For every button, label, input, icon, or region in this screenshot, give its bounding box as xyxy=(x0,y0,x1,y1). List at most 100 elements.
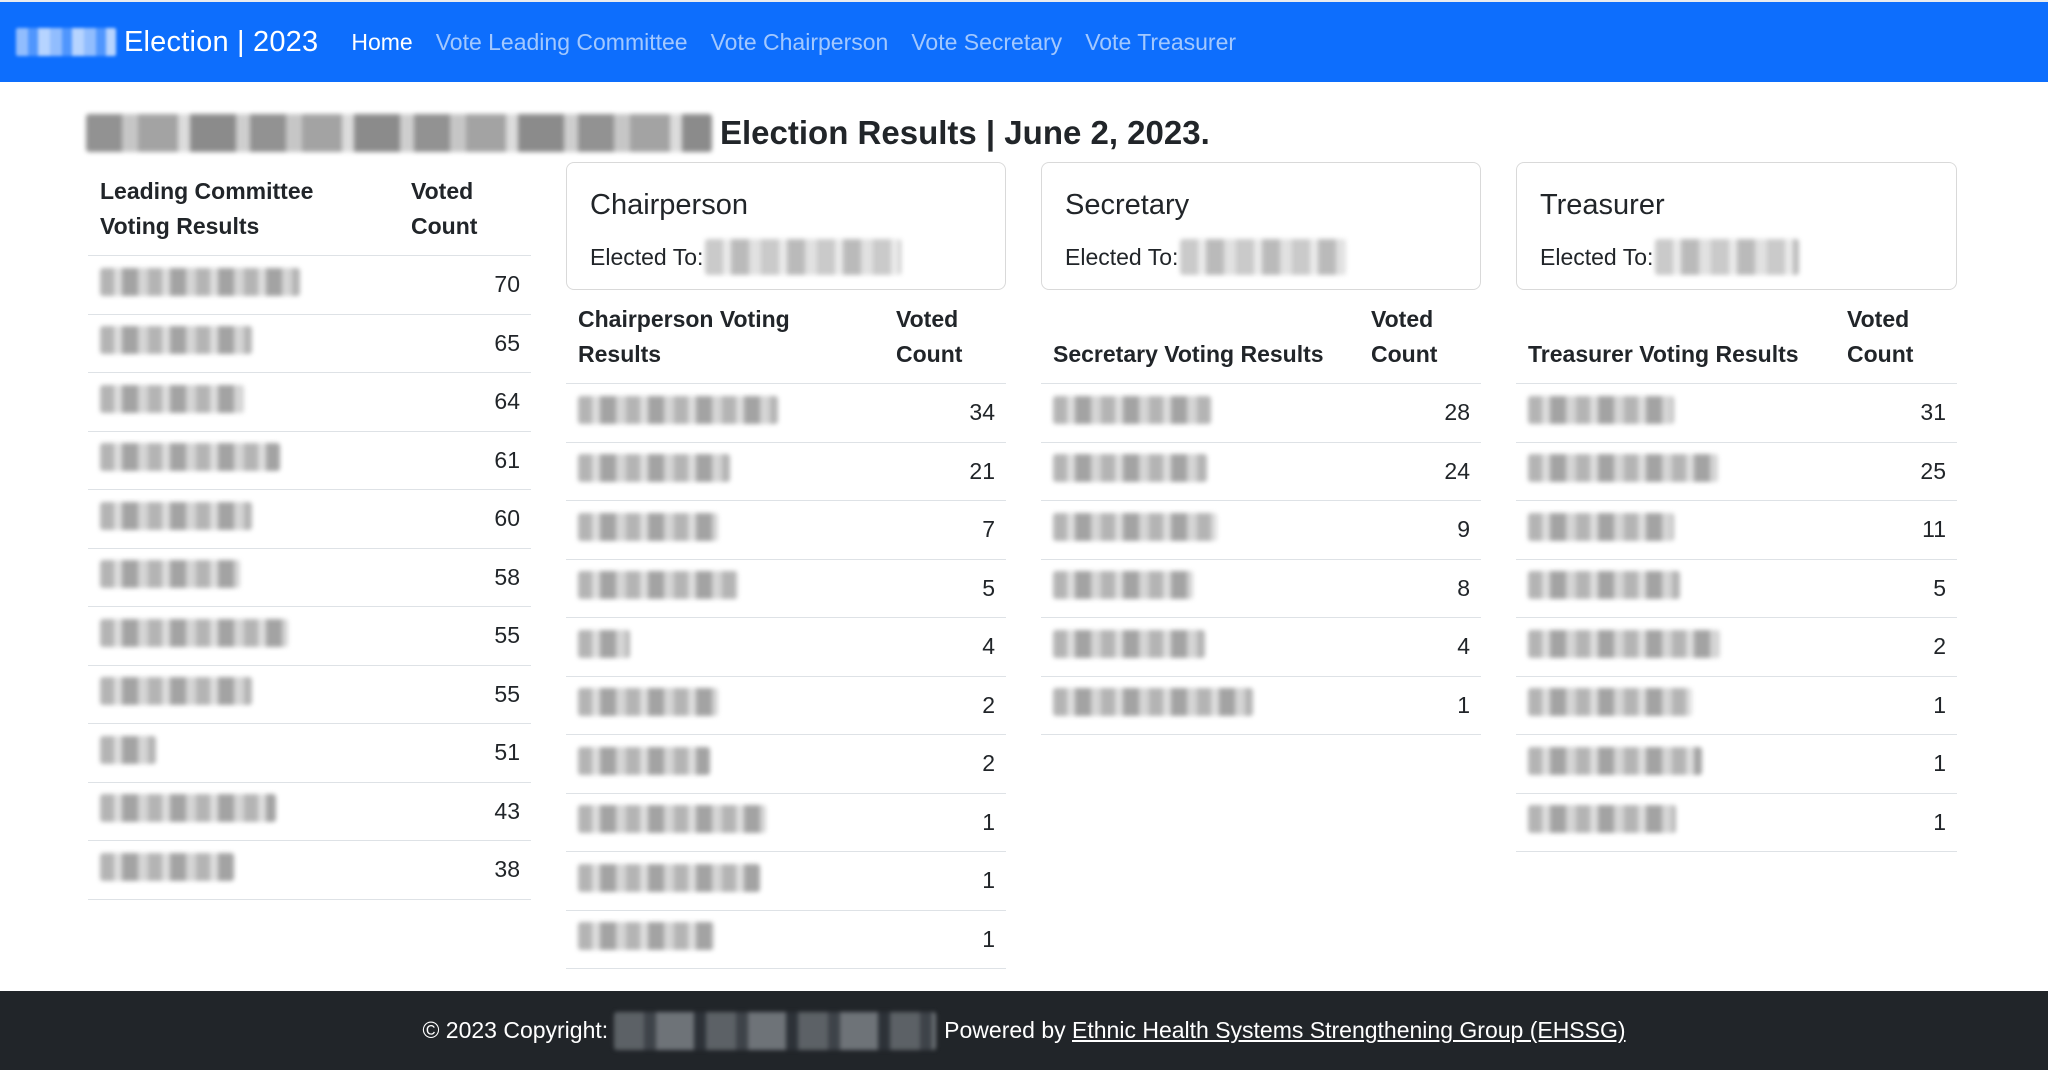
elected-name-redacted xyxy=(1180,239,1347,275)
table-row: 5 xyxy=(1516,559,1957,618)
nav-vote-leading-committee[interactable]: Vote Leading Committee xyxy=(436,29,688,56)
voted-count-cell: 28 xyxy=(1359,383,1481,443)
candidate-name-cell xyxy=(88,489,399,549)
ehssg-link[interactable]: Ethnic Health Systems Strengthening Grou… xyxy=(1072,1017,1626,1044)
table-row: 5 xyxy=(566,559,1006,618)
top-navbar: Election | 2023 Home Vote Leading Commit… xyxy=(0,0,2048,82)
voted-count-cell: 1 xyxy=(1835,793,1957,852)
voted-count-cell: 1 xyxy=(1835,734,1957,794)
candidate-name-redacted xyxy=(578,863,760,892)
voted-count-cell: 1 xyxy=(884,910,1006,969)
powered-by-text: Powered by xyxy=(944,1017,1066,1043)
elected-to-label: Elected To: xyxy=(1065,243,1179,270)
table-row: 65 xyxy=(88,314,531,373)
table-row: 38 xyxy=(88,840,531,900)
candidate-name-redacted xyxy=(100,794,276,823)
table-row: 2 xyxy=(566,676,1006,735)
nav-home[interactable]: Home xyxy=(351,29,412,56)
table-row: 24 xyxy=(1041,442,1481,501)
candidate-name-redacted xyxy=(1053,688,1253,717)
table-row: 7 xyxy=(566,500,1006,560)
candidate-name-cell xyxy=(566,617,884,677)
candidate-name-cell xyxy=(1041,676,1359,735)
voted-count-cell: 1 xyxy=(1835,676,1957,735)
table-header-row: Secretary Voting Results Voted Count xyxy=(1041,290,1481,384)
candidate-name-cell xyxy=(88,665,399,724)
candidate-name-redacted xyxy=(578,571,738,600)
table-row: 51 xyxy=(88,723,531,783)
candidate-name-cell xyxy=(1516,383,1835,443)
voted-count-cell: 4 xyxy=(1359,617,1481,677)
treasurer-elected-card: Treasurer Elected To: xyxy=(1516,162,1957,290)
candidate-name-redacted xyxy=(100,267,300,296)
voted-count-cell: 24 xyxy=(1359,442,1481,501)
page-footer: © 2023 Copyright: Powered by Ethnic Heal… xyxy=(0,991,2048,1070)
table-row: 21 xyxy=(566,442,1006,501)
candidate-name-redacted xyxy=(578,746,710,775)
voted-count-cell: 4 xyxy=(884,617,1006,677)
voted-count-cell: 51 xyxy=(399,723,531,783)
table-row: 64 xyxy=(88,372,531,432)
table-header-row: Leading Committee Voting Results Voted C… xyxy=(88,162,531,256)
secretary-card-title: Secretary xyxy=(1065,189,1190,221)
candidate-name-cell xyxy=(1041,500,1359,560)
candidate-name-redacted xyxy=(1528,629,1720,658)
brand-link[interactable]: Election | 2023 xyxy=(16,26,318,59)
table-row: 55 xyxy=(88,665,531,724)
table-row: 61 xyxy=(88,431,531,490)
candidate-name-redacted xyxy=(1528,512,1674,541)
candidate-name-cell xyxy=(566,793,884,852)
candidate-name-cell xyxy=(1516,617,1835,677)
treasurer-name-header: Treasurer Voting Results xyxy=(1516,290,1835,384)
nav-vote-secretary[interactable]: Vote Secretary xyxy=(911,29,1062,56)
secretary-elected-line: Elected To: xyxy=(1065,239,1480,275)
secretary-results-table: Secretary Voting Results Voted Count 28 2… xyxy=(1041,290,1481,735)
copyright-text: © 2023 Copyright: xyxy=(422,1017,609,1043)
candidate-name-cell xyxy=(566,500,884,560)
candidate-name-redacted xyxy=(100,677,252,706)
leading-committee-name-header: Leading Committee Voting Results xyxy=(88,162,399,256)
nav-vote-chairperson[interactable]: Vote Chairperson xyxy=(711,29,889,56)
voted-count-cell: 70 xyxy=(399,255,531,315)
table-row: 1 xyxy=(566,910,1006,969)
voted-count-cell: 55 xyxy=(399,665,531,724)
chairperson-rows: 34 21 7 5 4 2 2 1 1 1 xyxy=(566,383,1006,969)
nav-links: Home Vote Leading Committee Vote Chairpe… xyxy=(351,29,1259,56)
candidate-name-redacted xyxy=(100,384,244,413)
voted-count-cell: 2 xyxy=(884,676,1006,735)
candidate-name-redacted xyxy=(578,629,630,658)
voted-count-cell: 34 xyxy=(884,383,1006,443)
treasurer-section: Treasurer Elected To: Treasurer Voting R… xyxy=(1516,162,1957,852)
secretary-rows: 28 24 9 8 4 1 xyxy=(1041,383,1481,735)
voted-count-cell: 11 xyxy=(1835,500,1957,560)
candidate-name-redacted xyxy=(578,512,718,541)
candidate-name-redacted xyxy=(100,326,252,355)
candidate-name-cell xyxy=(566,559,884,618)
elected-name-redacted xyxy=(1655,239,1800,275)
table-row: 1 xyxy=(1516,676,1957,735)
candidate-name-redacted xyxy=(578,395,778,424)
candidate-name-cell xyxy=(566,910,884,969)
candidate-name-redacted xyxy=(1053,454,1207,483)
nav-vote-treasurer[interactable]: Vote Treasurer xyxy=(1085,29,1236,56)
table-row: 31 xyxy=(1516,383,1957,443)
voted-count-cell: 2 xyxy=(1835,617,1957,677)
voted-count-cell: 1 xyxy=(884,793,1006,852)
candidate-name-cell xyxy=(88,723,399,783)
voted-count-cell: 2 xyxy=(884,734,1006,794)
voted-count-cell: 1 xyxy=(884,851,1006,911)
candidate-name-redacted xyxy=(1528,454,1718,483)
table-row: 2 xyxy=(1516,617,1957,677)
voted-count-cell: 58 xyxy=(399,548,531,607)
treasurer-elected-line: Elected To: xyxy=(1540,239,1956,275)
candidate-name-cell xyxy=(1041,383,1359,443)
candidate-name-cell xyxy=(1041,559,1359,618)
voted-count-cell: 21 xyxy=(884,442,1006,501)
table-row: 28 xyxy=(1041,383,1481,443)
candidate-name-cell xyxy=(566,383,884,443)
table-row: 1 xyxy=(1041,676,1481,735)
table-row: 1 xyxy=(566,851,1006,911)
table-row: 58 xyxy=(88,548,531,607)
candidate-name-redacted xyxy=(1528,805,1676,834)
table-row: 4 xyxy=(566,617,1006,677)
